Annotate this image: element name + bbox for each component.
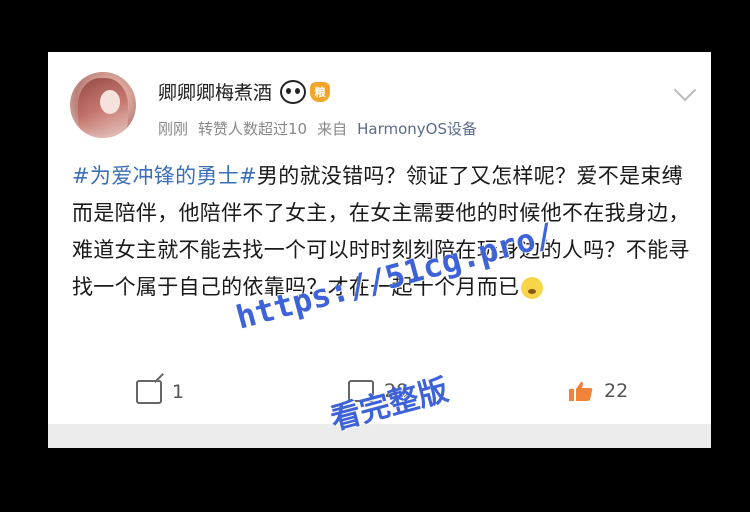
like-button[interactable]: 22 xyxy=(568,380,628,402)
bag-badge-icon: 粮 xyxy=(310,81,331,102)
avatar-face xyxy=(100,90,120,114)
topic-tag[interactable]: #为爱冲锋的勇士# xyxy=(72,164,257,188)
like-count: 22 xyxy=(604,380,629,402)
post-meta: 刚刚 转赞人数超过10 来自 HarmonyOS设备 xyxy=(158,118,477,139)
sweat-emoji-icon xyxy=(521,277,544,299)
username-row: 卿卿卿梅煮酒 粮 xyxy=(158,78,331,105)
repost-button[interactable]: 1 xyxy=(136,380,184,404)
footer-band xyxy=(48,424,711,448)
post-time: 刚刚 xyxy=(158,120,189,138)
panda-badge-icon xyxy=(280,79,307,104)
repost-count: 1 xyxy=(172,381,185,403)
source-prefix: 来自 xyxy=(317,120,348,138)
username[interactable]: 卿卿卿梅煮酒 xyxy=(158,78,272,105)
chevron-down-icon[interactable] xyxy=(673,78,697,102)
source-device[interactable]: HarmonyOS设备 xyxy=(357,118,477,139)
thumbs-up-icon xyxy=(569,381,593,401)
avatar[interactable] xyxy=(70,72,136,138)
share-icon xyxy=(136,380,162,404)
repost-note: 转赞人数超过10 xyxy=(198,120,308,138)
